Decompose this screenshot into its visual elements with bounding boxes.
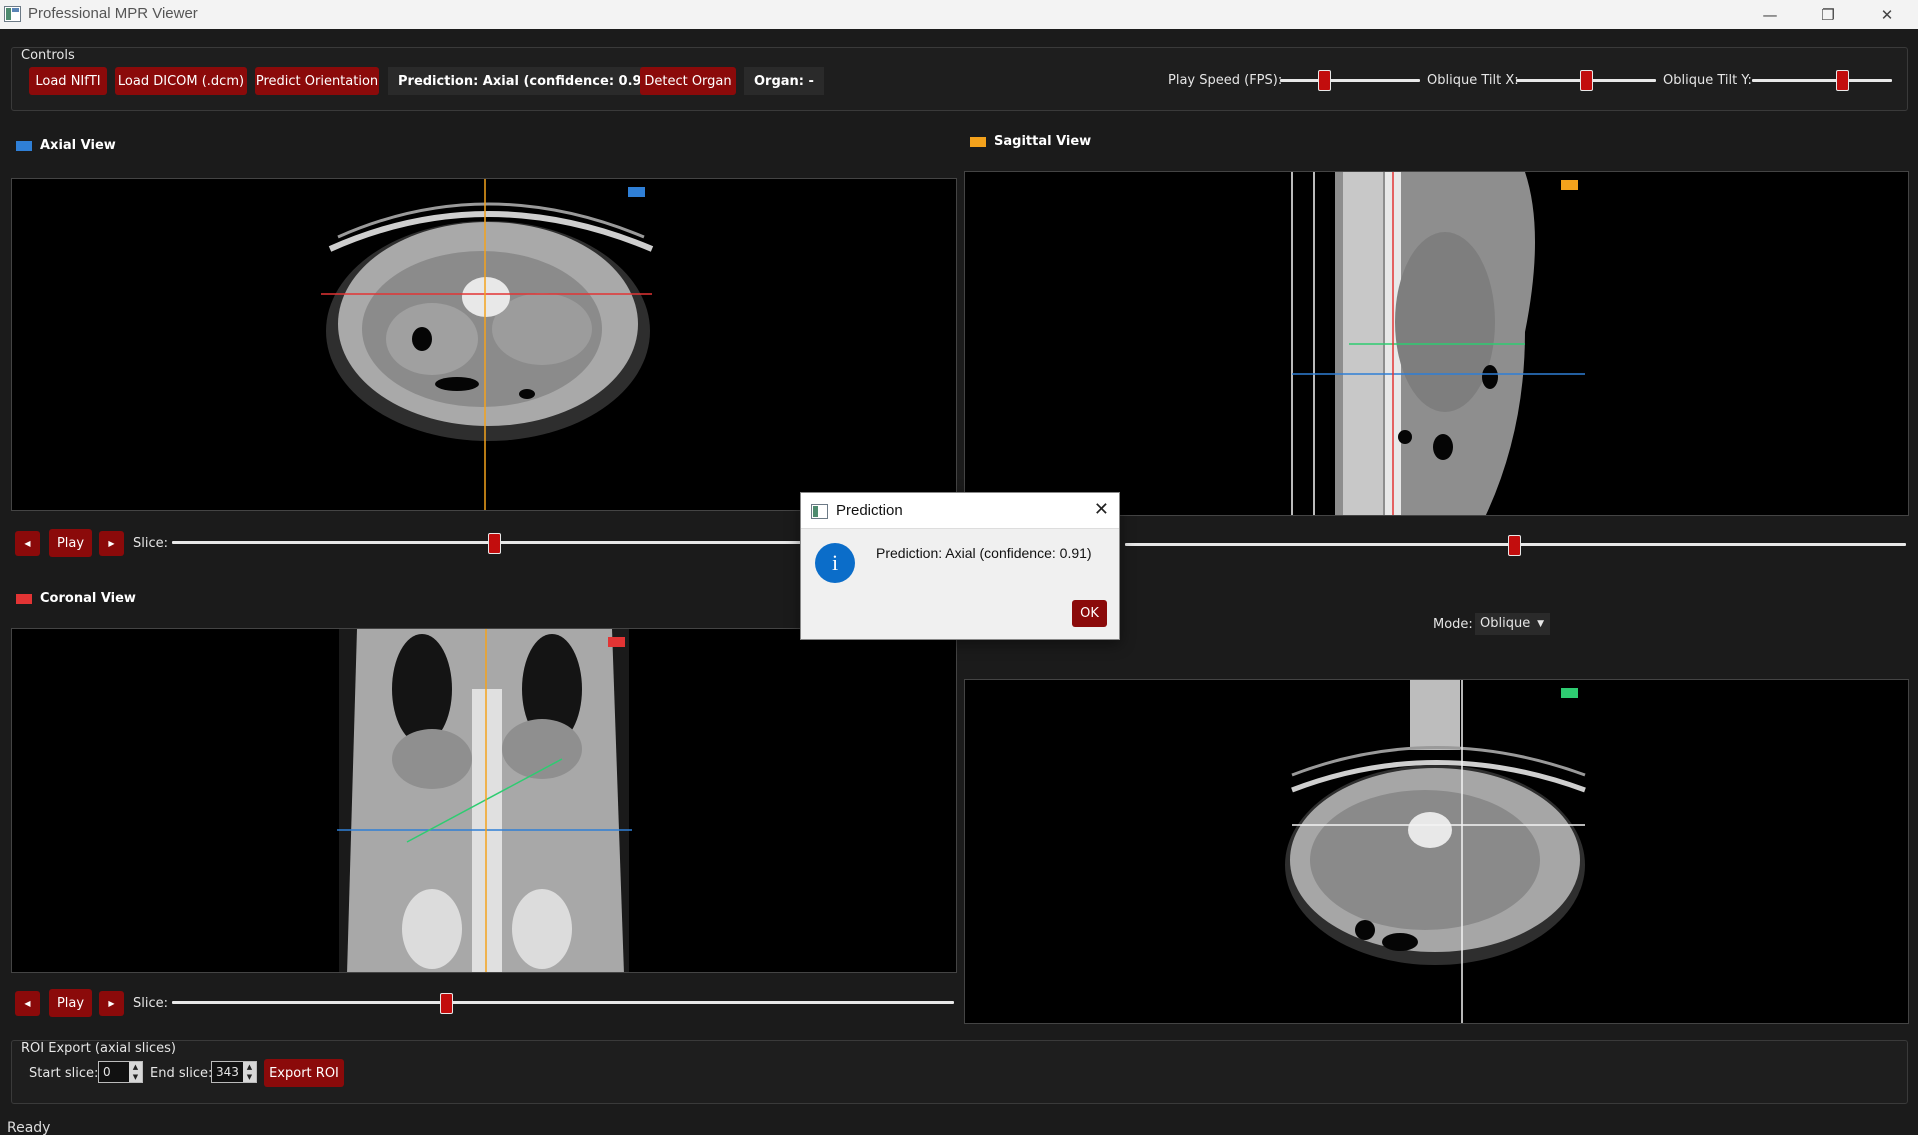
coronal-color-swatch [16,593,32,604]
dialog-app-icon [811,504,828,519]
spin-up-icon[interactable]: ▲ [243,1062,256,1072]
mode-label: Mode: [1433,617,1473,632]
start-slice-spinbox[interactable]: 0 ▲ ▼ [98,1061,143,1083]
coronal-viewport[interactable] [11,628,957,973]
sagittal-image [1291,172,1585,515]
coronal-image [337,629,632,972]
app-icon [4,6,21,22]
load-nifti-button[interactable]: Load NIfTI [29,67,107,95]
axial-color-swatch [16,140,32,151]
mode-dropdown[interactable]: Oblique ▼ [1475,613,1550,635]
start-slice-stepper[interactable]: ▲ ▼ [129,1062,142,1082]
coronal-next-button[interactable]: ▶ [99,991,124,1016]
dialog-message: Prediction: Axial (confidence: 0.91) [876,545,1092,561]
dialog-close-icon[interactable]: ✕ [1094,499,1109,520]
sagittal-view-title-text: Sagittal View [994,134,1092,149]
detect-organ-button[interactable]: Detect Organ [640,67,736,95]
oblique-image [1285,680,1586,1023]
spin-up-icon[interactable]: ▲ [129,1062,142,1072]
mode-dropdown-value: Oblique [1480,616,1531,631]
sagittal-color-swatch [970,136,986,147]
sagittal-slice-handle[interactable] [1508,535,1521,556]
coronal-prev-button[interactable]: ◀ [15,991,40,1016]
dialog-title-bar: Prediction ✕ [801,493,1119,529]
start-slice-label: Start slice: [29,1066,99,1081]
coronal-slice-track[interactable] [172,1001,954,1004]
chevron-down-icon: ▼ [1537,619,1544,629]
dialog-ok-button[interactable]: OK [1072,600,1107,627]
end-slice-spinbox[interactable]: 343 ▲ ▼ [211,1061,257,1083]
end-slice-label: End slice: [150,1066,213,1081]
coronal-slice-handle[interactable] [440,993,453,1014]
maximize-button[interactable]: ❐ [1799,0,1857,29]
export-roi-button[interactable]: Export ROI [264,1059,344,1087]
title-bar: Professional MPR Viewer — ❐ ✕ [0,0,1918,29]
roi-export-group-title: ROI Export (axial slices) [21,1041,176,1056]
axial-view-title: Axial View [16,138,116,153]
minimize-button[interactable]: — [1741,0,1799,29]
sagittal-view-title: Sagittal View [970,134,1091,149]
axial-slice-handle[interactable] [488,533,501,554]
play-speed-handle[interactable] [1318,70,1331,91]
status-bar-text: Ready [7,1120,51,1135]
tilt-x-label: Oblique Tilt X: [1427,73,1519,88]
axial-prev-button[interactable]: ◀ [15,531,40,556]
end-slice-stepper[interactable]: ▲ ▼ [243,1062,256,1082]
coronal-view-title-text: Coronal View [40,591,136,606]
spin-down-icon[interactable]: ▼ [243,1072,256,1082]
tilt-y-label: Oblique Tilt Y: [1663,73,1752,88]
close-button[interactable]: ✕ [1858,0,1916,29]
prediction-result-label: Prediction: Axial (confidence: 0.91) [388,67,667,95]
oblique-viewport[interactable] [964,679,1909,1024]
tilt-x-handle[interactable] [1580,70,1593,91]
play-speed-track[interactable] [1280,79,1420,82]
axial-play-button[interactable]: Play [49,529,92,557]
organ-label: Organ: - [744,67,824,95]
controls-group-title: Controls [21,48,75,63]
predict-orientation-button[interactable]: Predict Orientation [255,67,379,95]
window-title: Professional MPR Viewer [28,5,198,22]
coronal-slice-label: Slice: [133,996,169,1011]
axial-image [321,179,654,510]
dialog-title: Prediction [836,502,903,519]
spin-down-icon[interactable]: ▼ [129,1072,142,1082]
tilt-y-handle[interactable] [1836,70,1849,91]
tilt-y-track[interactable] [1752,79,1892,82]
axial-viewport[interactable] [11,178,957,511]
axial-slice-label: Slice: [133,536,169,551]
sagittal-viewport[interactable] [964,171,1909,516]
coronal-view-title: Coronal View [16,591,136,606]
prediction-dialog: Prediction ✕ i Prediction: Axial (confid… [800,492,1120,640]
info-icon: i [815,543,855,583]
axial-slice-track[interactable] [172,541,802,544]
start-slice-value: 0 [103,1065,111,1079]
coronal-play-button[interactable]: Play [49,989,92,1017]
axial-next-button[interactable]: ▶ [99,531,124,556]
load-dicom-button[interactable]: Load DICOM (.dcm) [115,67,247,95]
end-slice-value: 343 [216,1065,239,1079]
play-speed-label: Play Speed (FPS): [1168,73,1283,88]
axial-view-title-text: Axial View [40,138,116,153]
